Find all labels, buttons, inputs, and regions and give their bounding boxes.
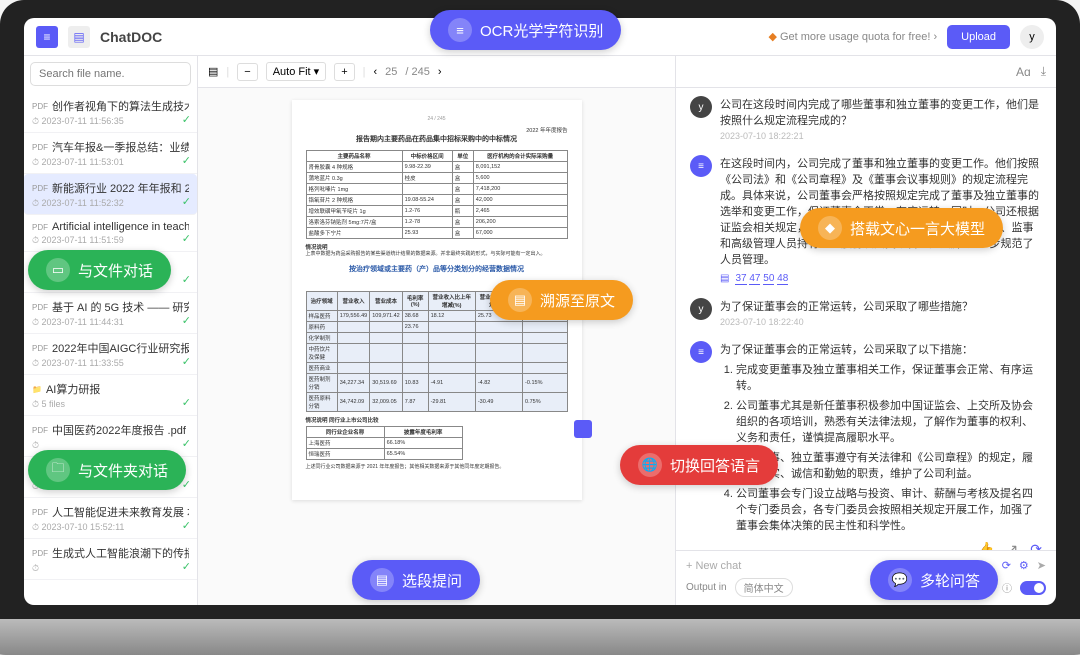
pdf-icon: PDF: [32, 549, 48, 558]
pdf-icon: PDF: [32, 143, 48, 152]
doc-view-icon[interactable]: ▤: [208, 65, 218, 78]
settings-icon[interactable]: ⚙: [1019, 559, 1029, 572]
callout-lang: 🌐切换回答语言: [620, 445, 778, 485]
citation-icon: ▤: [720, 273, 729, 284]
pdf-icon: PDF: [32, 344, 48, 353]
file-item[interactable]: 📁AI算力研报⏱ 5 files✓: [24, 375, 197, 416]
check-icon: ✓: [182, 437, 191, 450]
chat-input-box: + New chat ⟳ ⚙ ➤ Output in 简体中文 Stick to…: [676, 550, 1056, 605]
check-icon: ✓: [182, 314, 191, 327]
chat-bot-answer-intro: 为了保证董事会的正常运转，公司采取了以下措施：: [720, 341, 1042, 357]
chat-icon: 💬: [888, 568, 912, 592]
pdf-icon: PDF: [32, 223, 48, 232]
app-logo-icon: ≡: [36, 26, 58, 48]
callout-folder-chat: 🗀与文件夹对话: [28, 450, 186, 490]
pdf-icon: PDF: [32, 508, 48, 517]
chat-timestamp: 2023-07-10 18:22:21: [720, 131, 1042, 141]
selection-icon: ▤: [370, 568, 394, 592]
check-icon: ✓: [182, 195, 191, 208]
citation-row: ▤ 37 47 50 48: [720, 273, 1042, 284]
callout-source: ▤溯源至原文: [490, 280, 633, 320]
file-item[interactable]: PDF汽车年报&一季报总结：业绩…⏱ 2023-07-11 11:53:01✓: [24, 133, 197, 174]
check-icon: ✓: [182, 396, 191, 409]
font-button[interactable]: Aɑ: [1016, 65, 1031, 79]
check-icon: ✓: [182, 519, 191, 532]
app-logo-secondary-icon: ▤: [68, 26, 90, 48]
source-icon: ▤: [508, 288, 532, 312]
zoom-in-button[interactable]: +: [334, 63, 354, 81]
check-icon: ✓: [182, 232, 191, 245]
new-chat-button[interactable]: + New chat: [686, 560, 741, 572]
pdf-icon: PDF: [32, 184, 48, 193]
app-name: ChatDOC: [100, 29, 162, 45]
upload-button[interactable]: Upload: [947, 25, 1010, 49]
page-prev-button[interactable]: ‹: [373, 66, 377, 78]
refresh-button[interactable]: ⟳: [1030, 541, 1042, 550]
check-icon: ✓: [182, 355, 191, 368]
pdf-icon: PDF: [32, 426, 48, 435]
file-list: PDF创作者视角下的算法生成技术…⏱ 2023-07-11 11:56:35✓P…: [24, 92, 197, 605]
stick-to-file-toggle[interactable]: [1020, 581, 1046, 595]
chat-toolbar: Aɑ ⤓: [676, 56, 1056, 88]
globe-icon: 🌐: [638, 453, 662, 477]
chat-pane: Aɑ ⤓ y 公司在这段时间内完成了哪些董事和独立董事的变更工作，他们是按照什么…: [676, 56, 1056, 605]
check-icon: ✓: [182, 273, 191, 286]
pdf-icon: PDF: [32, 102, 48, 111]
output-in-label: Output in: [686, 582, 727, 593]
info-icon[interactable]: ⓘ: [1002, 580, 1012, 595]
page-next-button[interactable]: ›: [438, 66, 442, 78]
pdf-icon: PDF: [32, 303, 48, 312]
page-current: 25: [385, 66, 397, 78]
citation-page[interactable]: 47: [749, 273, 760, 285]
pdf-table-1: 主要药品名称中标价格区间单位医疗机构的合计实际采购量肾骨胶囊 4 种规格9.98…: [306, 150, 568, 239]
file-item[interactable]: PDF创作者视角下的算法生成技术…⏱ 2023-07-11 11:56:35✓: [24, 92, 197, 133]
chat-user-question: 公司在这段时间内完成了哪些董事和独立董事的变更工作，他们是按照什么规定流程完成的…: [720, 96, 1042, 128]
check-icon: ✓: [182, 154, 191, 167]
quota-link[interactable]: ◆ Get more usage quota for free! ›: [768, 30, 937, 43]
check-icon: ✓: [182, 113, 191, 126]
document-pane: ▤ | − Auto Fit ▾ + | ‹ 25 / 245 › 24 / 2…: [198, 56, 676, 605]
user-avatar-icon: y: [690, 96, 712, 118]
citation-page[interactable]: 48: [777, 273, 788, 285]
zoom-select[interactable]: Auto Fit ▾: [266, 62, 326, 81]
selection-badge-icon[interactable]: [574, 420, 592, 438]
file-item[interactable]: PDF生成式人工智能浪潮下的传播…⏱ ✓: [24, 539, 197, 580]
file-icon: ▭: [46, 258, 70, 282]
chat-user-question: 为了保证董事会的正常运转，公司采取了哪些措施？: [720, 298, 1042, 314]
file-item[interactable]: PDFArtificial intelligence in teach…⏱ 20…: [24, 215, 197, 252]
bot-avatar-icon: ≡: [690, 155, 712, 177]
callout-file-chat: ▭与文件对话: [28, 250, 171, 290]
model-icon: ◆: [818, 216, 842, 240]
file-item[interactable]: PDF2022年中国AIGC行业研究报…⏱ 2023-07-11 11:33:5…: [24, 334, 197, 375]
page-total: / 245: [405, 66, 429, 78]
ocr-icon: ≡: [448, 18, 472, 42]
download-chat-button[interactable]: ⤓: [1041, 64, 1046, 79]
callout-select-ask: ▤选段提问: [352, 560, 480, 600]
file-item[interactable]: PDF新能源行业 2022 年年报和 20…⏱ 2023-07-11 11:52…: [24, 174, 197, 215]
callout-model: ◆搭载文心一言大模型: [800, 208, 1003, 248]
pdf-icon: 📁: [32, 385, 42, 394]
sidebar: PDF创作者视角下的算法生成技术…⏱ 2023-07-11 11:56:35✓P…: [24, 56, 198, 605]
file-item[interactable]: PDF基于 AI 的 5G 技术 —— 研究…⏱ 2023-07-11 11:4…: [24, 293, 197, 334]
callout-ocr: ≡OCR光学字符识别: [430, 10, 621, 50]
check-icon: ✓: [182, 560, 191, 573]
send-button[interactable]: ➤: [1037, 559, 1046, 572]
user-avatar-icon: y: [690, 298, 712, 320]
bot-avatar-icon: ≡: [690, 341, 712, 363]
pdf-table-3: 同行业企业名称披露年度毛利率上海医药66.18%恒瑞医药65.54%: [306, 426, 463, 460]
doc-toolbar: ▤ | − Auto Fit ▾ + | ‹ 25 / 245 ›: [198, 56, 675, 88]
citation-page[interactable]: 50: [763, 273, 774, 285]
refresh-icon[interactable]: ⟳: [1002, 559, 1011, 572]
file-item[interactable]: PDF人工智能促进未来教育发展 本…⏱ 2023-07-10 15:52:11✓: [24, 498, 197, 539]
chat-timestamp: 2023-07-10 18:22:40: [720, 317, 1042, 327]
callout-multiturn: 💬多轮问答: [870, 560, 998, 600]
output-language-select[interactable]: 简体中文: [735, 578, 793, 597]
zoom-out-button[interactable]: −: [237, 63, 257, 81]
search-input[interactable]: [30, 62, 191, 86]
citation-page[interactable]: 37: [735, 273, 746, 285]
like-button[interactable]: 👍: [977, 541, 994, 550]
user-avatar[interactable]: y: [1020, 25, 1044, 49]
folder-icon: 🗀: [46, 458, 70, 482]
share-button[interactable]: ↗: [1007, 541, 1019, 550]
